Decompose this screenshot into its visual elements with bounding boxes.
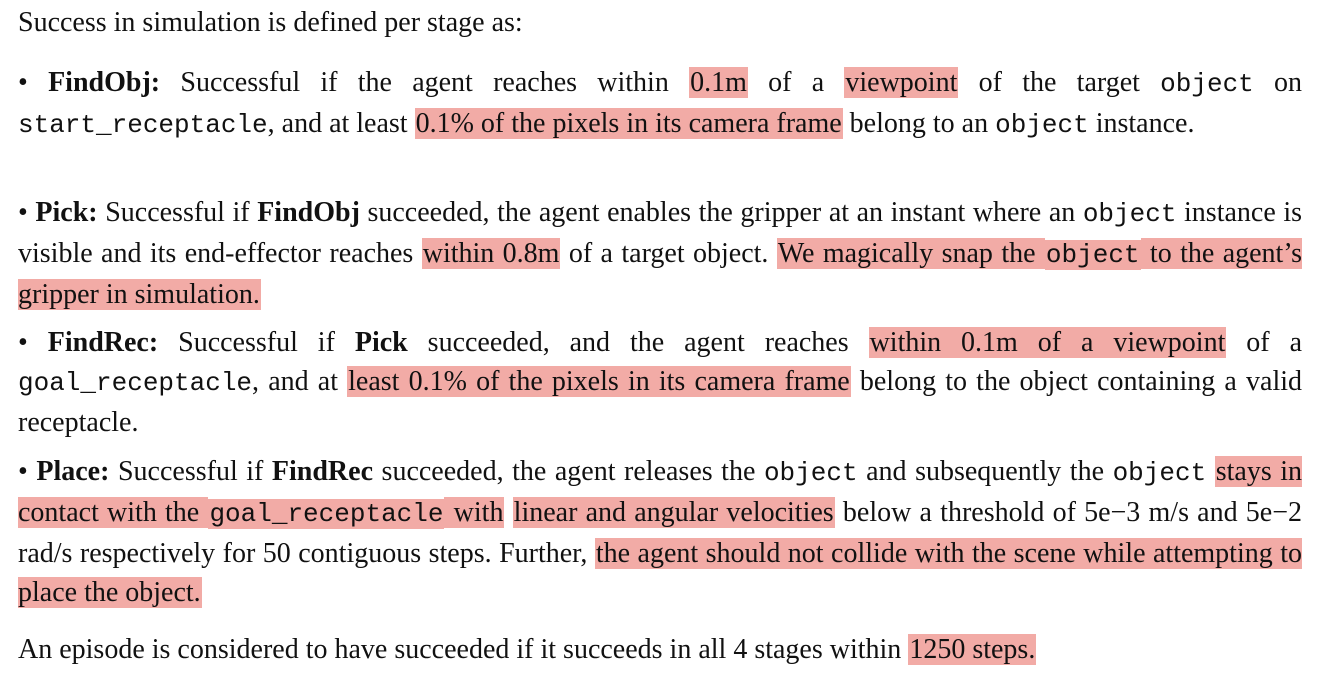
stage-place: • Place: Successful if FindRec succeeded… xyxy=(18,452,1303,612)
bullet-marker: • xyxy=(18,327,28,358)
text-run: Successful if xyxy=(117,456,272,487)
text-run: on xyxy=(1253,67,1303,98)
highlighted-text: 1250 steps. xyxy=(908,634,1037,665)
highlighted-code-text: goal_receptacle xyxy=(208,499,445,529)
highlighted-code-text: object xyxy=(1044,240,1141,270)
bold-reference: FindObj xyxy=(257,197,360,228)
text-run: and subsequently the xyxy=(857,456,1113,487)
highlighted-text: within 0.8m xyxy=(421,238,561,269)
conclusion-content: An episode is considered to have succeed… xyxy=(18,634,1037,665)
stage-name: Place: xyxy=(36,456,110,487)
stage-description: Successful if FindRec succeeded, the age… xyxy=(18,456,1303,608)
text-run: belong to an xyxy=(842,108,996,139)
code-text: start_receptacle xyxy=(18,110,268,140)
stage-description: Successful if Pick succeeded, and the ag… xyxy=(18,327,1302,438)
text-run: , and at least xyxy=(267,108,415,139)
text-run: instance. xyxy=(1088,108,1195,139)
code-text: goal_receptacle xyxy=(18,368,253,398)
text-run xyxy=(504,497,512,528)
code-text: object xyxy=(1160,69,1254,99)
highlighted-text: linear and angular velocities xyxy=(512,497,835,528)
bold-reference: Pick xyxy=(354,327,408,358)
highlighted-text: 0.1% of the pixels in its camera frame xyxy=(414,108,843,139)
text-run: succeeded, and the agent reaches xyxy=(407,327,869,358)
bullet-marker: • xyxy=(18,456,28,487)
highlighted-text: within 0.1m of a viewpoint xyxy=(868,327,1227,358)
text-run: An episode is considered to have succeed… xyxy=(18,634,909,665)
stage-findobj: • FindObj: Successful if the agent reach… xyxy=(18,63,1302,145)
stage-name: FindRec: xyxy=(47,327,159,358)
highlighted-text: with xyxy=(444,497,505,528)
text-run: of the target xyxy=(958,67,1161,98)
text-run: succeeded, the agent releases the xyxy=(373,456,764,487)
code-text: object xyxy=(995,110,1089,140)
text-run: of a xyxy=(747,67,845,98)
intro-text: Success in simulation is defined per sta… xyxy=(18,7,523,38)
text-run xyxy=(1206,456,1215,487)
text-run: Successful if xyxy=(178,327,355,358)
text-run: Successful if xyxy=(105,197,258,228)
stage-pick: • Pick: Successful if FindObj succeeded,… xyxy=(18,193,1303,314)
stage-description: Successful if the agent reaches within 0… xyxy=(18,67,1303,140)
code-text: object xyxy=(1112,458,1207,488)
stage-findrec: • FindRec: Successful if Pick succeeded,… xyxy=(18,323,1302,442)
code-text: object xyxy=(1082,199,1177,229)
highlighted-text: least 0.1% of the pixels in its camera f… xyxy=(347,366,851,397)
text-run: of a target object. xyxy=(560,238,777,269)
bold-reference: FindRec xyxy=(271,456,374,487)
conclusion-text: An episode is considered to have succeed… xyxy=(18,630,1302,669)
text-run: of a xyxy=(1226,327,1302,358)
bullet-marker: • xyxy=(18,67,28,98)
highlighted-text: viewpoint xyxy=(844,67,959,98)
code-text: object xyxy=(763,458,858,488)
text-run: , and at xyxy=(252,366,348,397)
highlighted-text: 0.1m xyxy=(689,67,748,98)
highlighted-text: We magically snap the xyxy=(776,238,1045,269)
bullet-marker: • xyxy=(18,197,28,228)
stage-description: Successful if FindObj succeeded, the age… xyxy=(18,197,1303,310)
stage-name: FindObj: xyxy=(48,67,161,98)
text-run: Successful if the agent reaches within xyxy=(180,67,690,98)
text-run: succeeded, the agent enables the gripper… xyxy=(359,197,1083,228)
stage-name: Pick: xyxy=(35,197,98,228)
